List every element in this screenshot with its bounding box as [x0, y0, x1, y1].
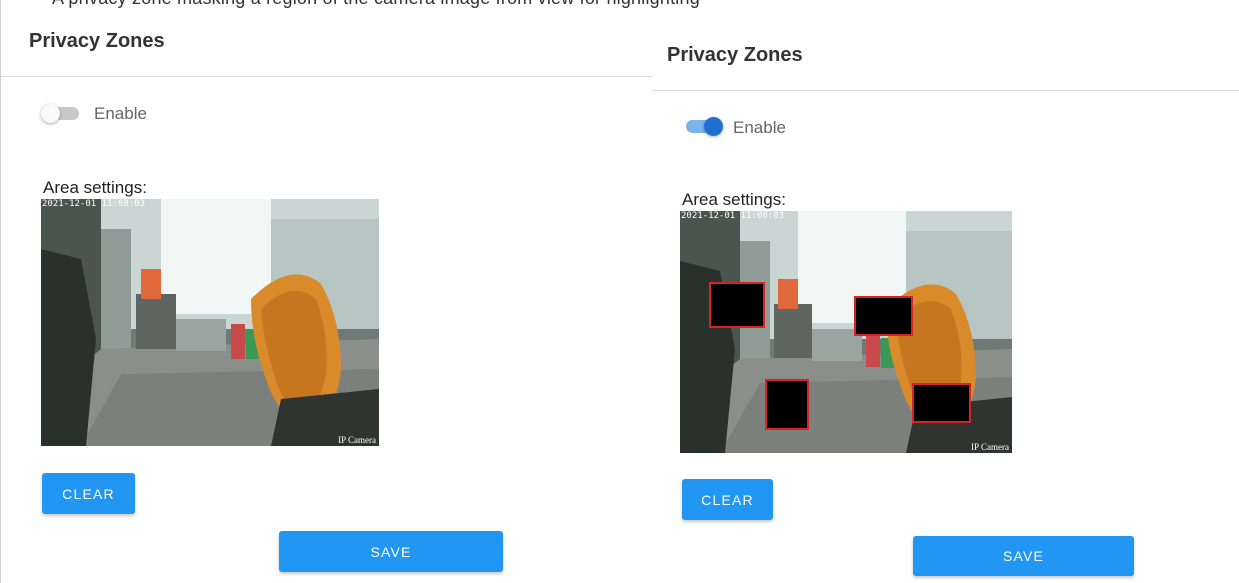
clear-button[interactable]: CLEAR [682, 479, 773, 520]
clear-button[interactable]: CLEAR [42, 473, 135, 514]
enable-label: Enable [94, 104, 147, 123]
privacy-zone-1[interactable] [709, 282, 765, 328]
enable-label: Enable [733, 118, 786, 137]
page-title: Privacy Zones [667, 44, 803, 66]
privacy-zones-panel-disabled: Privacy Zones Enable Area settings: 2021… [0, 0, 652, 583]
privacy-zone-3[interactable] [765, 379, 809, 430]
enable-toggle[interactable] [41, 104, 83, 123]
area-settings-label: Area settings: [43, 178, 147, 197]
toggle-thumb [41, 104, 60, 123]
save-button[interactable]: SAVE [279, 531, 503, 572]
camera-timestamp: 2021-12-01 11:08:03 [681, 211, 784, 221]
enable-toggle[interactable] [682, 117, 724, 136]
camera-preview[interactable]: 2021-12-01 11:08:03 IP Camera [680, 211, 1012, 453]
toggle-thumb [704, 117, 723, 136]
page-title: Privacy Zones [29, 30, 165, 52]
title-divider [1, 76, 652, 77]
camera-scene [41, 199, 379, 446]
title-divider [652, 90, 1239, 91]
camera-watermark: IP Camera [338, 435, 376, 445]
privacy-zone-4[interactable] [912, 383, 971, 423]
area-settings-label: Area settings: [682, 190, 786, 209]
privacy-zone-2[interactable] [854, 296, 913, 336]
privacy-zones-panel-enabled: Privacy Zones Enable Area settings: 2021… [652, 0, 1239, 583]
camera-preview[interactable]: 2021-12-01 11:08:03 IP Camera [41, 199, 379, 446]
camera-timestamp: 2021-12-01 11:08:03 [42, 199, 145, 209]
save-button[interactable]: SAVE [913, 536, 1134, 576]
camera-watermark: IP Camera [971, 442, 1009, 452]
